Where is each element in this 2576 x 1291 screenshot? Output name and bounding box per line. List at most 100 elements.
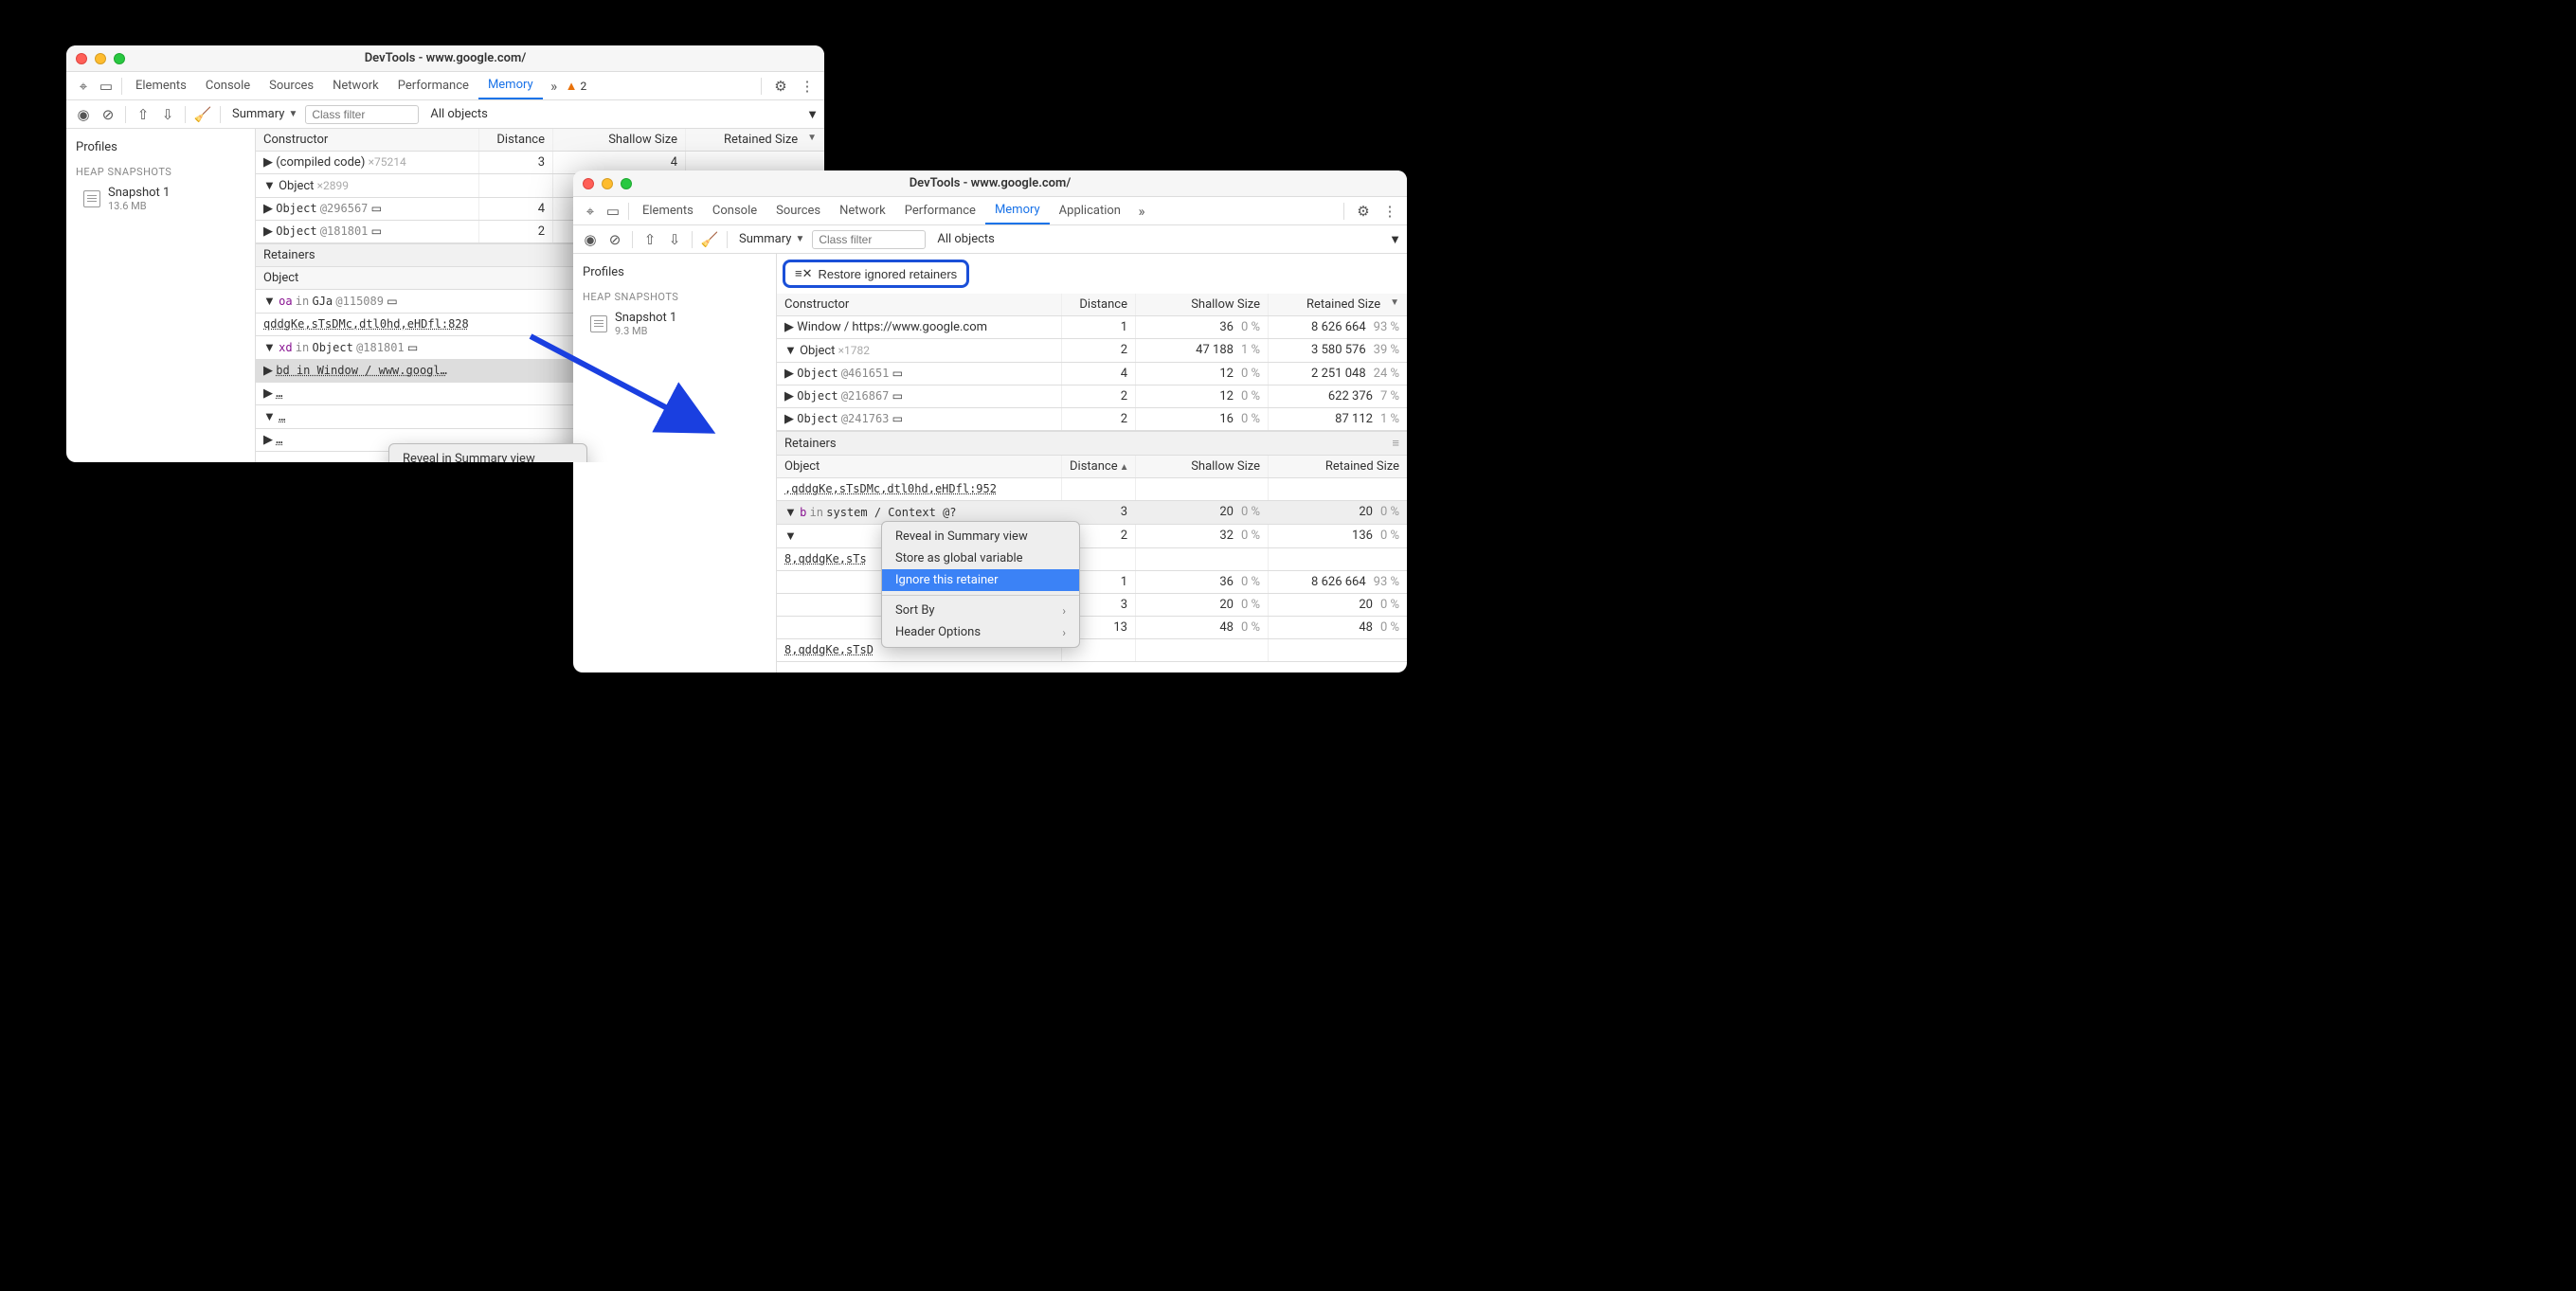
col-retained[interactable]: Retained Size▼ xyxy=(686,129,824,151)
retainer-row[interactable]: 3 200 % 200 % xyxy=(777,594,1407,617)
tab-console[interactable]: Console xyxy=(703,197,766,224)
retainer-row[interactable]: 8,qddgKe,sTsD xyxy=(777,639,1407,662)
go-to-icon[interactable]: ▭ xyxy=(892,412,903,425)
constructor-row[interactable]: ▶ Window / https://www.google.com 1 360 … xyxy=(777,316,1407,339)
col-retained[interactable]: Retained Size xyxy=(1269,456,1407,477)
tab-memory[interactable]: Memory xyxy=(985,197,1050,224)
restore-ignored-retainers-button[interactable]: ≡✕ Restore ignored retainers xyxy=(783,260,969,288)
expand-icon[interactable]: ▼ xyxy=(263,295,276,309)
tab-performance[interactable]: Performance xyxy=(895,197,985,224)
go-to-icon[interactable]: ▭ xyxy=(892,367,903,380)
more-tabs-icon[interactable]: » xyxy=(543,78,566,95)
expand-icon[interactable]: ▼ xyxy=(784,529,797,544)
snapshot-item[interactable]: Snapshot 1 13.6 MB xyxy=(66,182,255,216)
tab-sources[interactable]: Sources xyxy=(260,72,323,99)
expand-icon[interactable]: ▶ xyxy=(263,433,273,447)
expand-icon[interactable]: ▶ xyxy=(784,320,794,334)
expand-icon[interactable]: ▼ xyxy=(263,179,276,193)
col-distance[interactable]: Distance▲ xyxy=(1062,456,1136,477)
col-constructor[interactable]: Constructor xyxy=(777,294,1062,315)
more-tabs-icon[interactable]: » xyxy=(1130,203,1153,220)
kebab-menu-icon[interactable]: ⋮ xyxy=(1378,203,1401,220)
col-retained[interactable]: Retained Size▼ xyxy=(1269,294,1407,315)
device-toggle-icon[interactable]: ▭ xyxy=(602,203,624,220)
gc-icon[interactable]: 🧹 xyxy=(698,228,721,251)
export-icon[interactable]: ⇧ xyxy=(639,228,661,251)
maximize-window-button[interactable] xyxy=(621,178,632,189)
snapshot-item[interactable]: Snapshot 1 9.3 MB xyxy=(573,307,776,341)
go-to-icon[interactable]: ▭ xyxy=(371,202,382,215)
close-window-button[interactable] xyxy=(76,53,87,64)
expand-icon[interactable]: ▶ xyxy=(263,386,273,401)
expand-icon[interactable]: ▶ xyxy=(784,389,794,403)
settings-icon[interactable]: ⚙ xyxy=(1352,203,1375,220)
tab-sources[interactable]: Sources xyxy=(766,197,830,224)
class-filter-input[interactable] xyxy=(305,105,419,124)
scope-dropdown[interactable]: All objects xyxy=(931,232,1000,246)
menu-reveal[interactable]: Reveal in Summary view xyxy=(882,526,1079,547)
issues-badge[interactable]: ▲2 xyxy=(566,79,587,94)
inspect-icon[interactable]: ⌖ xyxy=(579,203,602,220)
col-distance[interactable]: Distance xyxy=(479,129,553,151)
class-filter-input[interactable] xyxy=(812,230,926,249)
record-button[interactable]: ◉ xyxy=(579,228,602,251)
retainer-row[interactable]: 8,qddgKe,sTs xyxy=(777,548,1407,571)
source-link[interactable]: 8,qddgKe,sTs xyxy=(784,552,867,565)
expand-icon[interactable]: ▼ xyxy=(263,341,276,355)
retainer-row[interactable]: 1 360 % 8 626 66493 % xyxy=(777,571,1407,594)
inspect-icon[interactable]: ⌖ xyxy=(72,78,95,95)
constructor-row[interactable]: ▶ Object @461651 ▭ 4 120 % 2 251 04824 % xyxy=(777,363,1407,386)
col-distance[interactable]: Distance xyxy=(1062,294,1136,315)
caret-down-icon[interactable]: ▼ xyxy=(1389,233,1401,247)
clear-button[interactable]: ⊘ xyxy=(603,228,626,251)
tab-memory[interactable]: Memory xyxy=(478,72,543,99)
col-shallow[interactable]: Shallow Size xyxy=(1136,294,1269,315)
expand-icon[interactable]: ▶ xyxy=(263,155,273,170)
hamburger-icon[interactable]: ≡ xyxy=(1392,436,1399,451)
expand-icon[interactable]: ▶ xyxy=(263,202,273,216)
menu-sort-by[interactable]: Sort By› xyxy=(882,600,1079,621)
retainer-row[interactable]: ,qddgKe,sTsDMc,dtl0hd,eHDfl:952 xyxy=(777,478,1407,501)
source-link[interactable]: ,qddgKe,sTsDMc,dtl0hd,eHDfl:952 xyxy=(784,482,997,495)
view-dropdown[interactable]: Summary▼ xyxy=(226,107,303,121)
tab-elements[interactable]: Elements xyxy=(633,197,703,224)
view-dropdown[interactable]: Summary▼ xyxy=(733,232,810,246)
tab-application[interactable]: Application xyxy=(1050,197,1130,224)
go-to-icon[interactable]: ▭ xyxy=(892,389,903,403)
clear-button[interactable]: ⊘ xyxy=(97,103,119,126)
go-to-icon[interactable]: ▭ xyxy=(371,224,382,238)
retainer-row[interactable]: ▼ b in system / Context @? 3 200 % 200 % xyxy=(777,501,1407,525)
minimize-window-button[interactable] xyxy=(602,178,613,189)
kebab-menu-icon[interactable]: ⋮ xyxy=(796,78,819,95)
go-to-icon[interactable]: ▭ xyxy=(407,341,418,354)
tab-elements[interactable]: Elements xyxy=(126,72,196,99)
col-object[interactable]: Object xyxy=(777,456,1062,477)
tab-console[interactable]: Console xyxy=(196,72,260,99)
constructor-row[interactable]: ▶ Object @216867 ▭ 2 120 % 622 3767 % xyxy=(777,386,1407,408)
expand-icon[interactable]: ▼ xyxy=(784,344,797,358)
menu-ignore-retainer[interactable]: Ignore this retainer xyxy=(882,569,1079,591)
device-toggle-icon[interactable]: ▭ xyxy=(95,78,117,95)
constructor-row[interactable]: ▼ Object ×1782 2 47 1881 % 3 580 57639 % xyxy=(777,339,1407,363)
gc-icon[interactable]: 🧹 xyxy=(191,103,214,126)
col-constructor[interactable]: Constructor xyxy=(256,129,479,151)
expand-icon[interactable]: ▼ xyxy=(784,506,797,520)
tab-network[interactable]: Network xyxy=(830,197,895,224)
source-link[interactable]: 8,qddgKe,sTsD xyxy=(784,643,874,656)
go-to-icon[interactable]: ▭ xyxy=(387,295,397,308)
retainer-row[interactable]: ▼ 2 320 % 1360 % xyxy=(777,525,1407,548)
tab-network[interactable]: Network xyxy=(323,72,388,99)
constructor-row[interactable]: ▶ Object @241763 ▭ 2 160 % 87 1121 % xyxy=(777,408,1407,431)
menu-store-global[interactable]: Store as global variable xyxy=(882,547,1079,569)
source-link[interactable]: qddgKe,sTsDMc,dtl0hd,eHDfl:828 xyxy=(263,317,469,331)
close-window-button[interactable] xyxy=(583,178,594,189)
caret-down-icon[interactable]: ▼ xyxy=(806,108,819,122)
retainer-row[interactable]: 13 480 % 480 % xyxy=(777,617,1407,639)
expand-icon[interactable]: ▶ xyxy=(263,364,273,378)
col-shallow[interactable]: Shallow Size xyxy=(553,129,686,151)
expand-icon[interactable]: ▶ xyxy=(784,412,794,426)
scope-dropdown[interactable]: All objects xyxy=(424,107,494,121)
expand-icon[interactable]: ▶ xyxy=(263,224,273,239)
import-icon[interactable]: ⇩ xyxy=(663,228,686,251)
col-shallow[interactable]: Shallow Size xyxy=(1136,456,1269,477)
